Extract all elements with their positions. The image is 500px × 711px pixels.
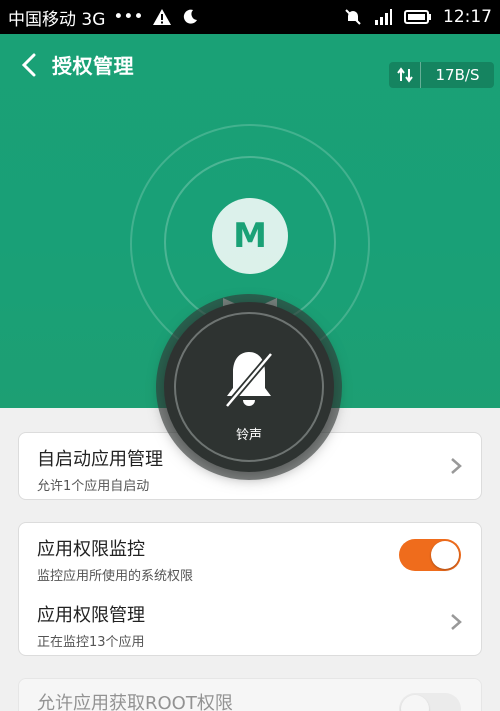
permission-manage-title: 应用权限管理 <box>37 605 145 626</box>
signal-3g-icon <box>373 7 393 27</box>
ringer-label: 铃声 <box>235 428 262 443</box>
permission-manage-subtitle: 正在监控13个应用 <box>37 635 145 650</box>
network-speed-badge: 17B/S <box>389 62 494 88</box>
mute-icon <box>343 7 363 27</box>
monitor-toggle[interactable] <box>399 539 461 571</box>
chevron-left-icon <box>21 53 36 77</box>
logo-letter: M <box>233 216 267 256</box>
chevron-right-icon <box>451 458 462 474</box>
permission-manage-row[interactable]: 应用权限管理 正在监控13个应用 <box>19 589 481 655</box>
permission-monitor-row: 应用权限监控 监控应用所使用的系统权限 <box>19 523 481 589</box>
ringer-toast: 铃声 <box>164 302 334 472</box>
clock: 12:17 <box>443 7 492 27</box>
status-bar: 中国移动 3G ••• 12:17 <box>0 0 500 34</box>
back-button[interactable] <box>16 52 42 78</box>
permission-card: 应用权限监控 监控应用所使用的系统权限 应用权限管理 正在监控13个应用 <box>18 522 482 656</box>
toggle-knob <box>401 695 429 711</box>
warning-icon <box>152 7 172 27</box>
monitor-subtitle: 监控应用所使用的系统权限 <box>37 569 194 584</box>
page-title: 授权管理 <box>52 54 134 78</box>
shield-logo: M <box>212 198 288 274</box>
bell-muted-icon <box>224 352 274 408</box>
moon-icon <box>180 7 200 27</box>
speed-value: 17B/S <box>435 66 480 84</box>
transfer-arrows-icon <box>389 62 421 88</box>
carrier-label: 中国移动 3G <box>8 9 106 30</box>
notification-dots: ••• <box>113 7 144 27</box>
autostart-subtitle: 允许1个应用自启动 <box>37 479 150 494</box>
chevron-right-icon <box>451 614 462 630</box>
root-card: 允许应用获取ROOT权限 <box>18 678 482 711</box>
root-permission-row: 允许应用获取ROOT权限 <box>19 679 481 711</box>
root-toggle[interactable] <box>399 693 461 711</box>
battery-icon <box>403 7 433 27</box>
toggle-knob <box>431 541 459 569</box>
